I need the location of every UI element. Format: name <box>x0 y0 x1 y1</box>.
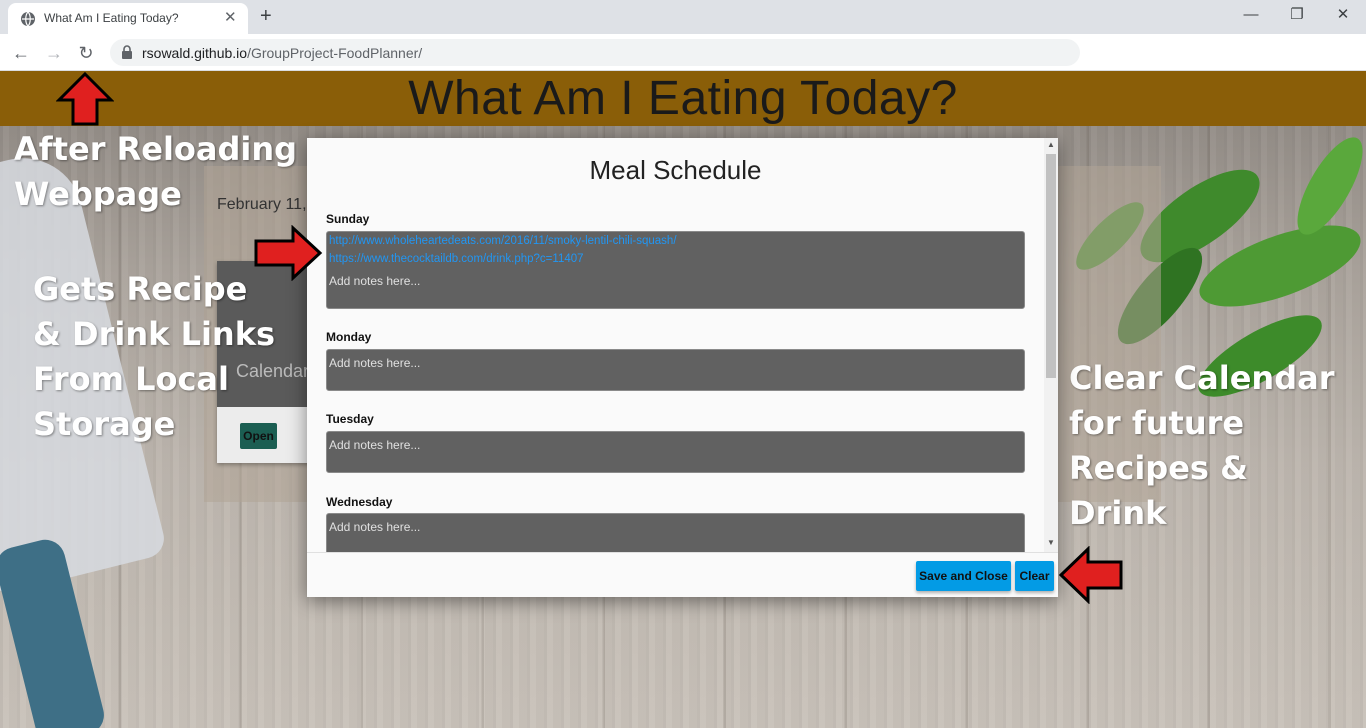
annotation-links-line1: Gets Recipe <box>33 270 248 308</box>
notes-field-sunday[interactable]: http://www.wholeheartedeats.com/2016/11/… <box>326 231 1025 309</box>
address-bar[interactable]: rsowald.github.io/GroupProject-FoodPlann… <box>110 39 1080 66</box>
annotation-clear-line1: Clear Calendar <box>1069 359 1335 397</box>
annotation-links: Gets Recipe & Drink Links From Local Sto… <box>33 267 275 447</box>
recipe-link[interactable]: http://www.wholeheartedeats.com/2016/11/… <box>329 235 677 247</box>
annotation-clear: Clear Calendar for future Recipes & Drin… <box>1069 356 1334 536</box>
annotation-clear-line2: for future <box>1069 404 1245 442</box>
annotation-links-line4: Storage <box>33 405 176 443</box>
reload-button[interactable]: ↻ <box>75 42 97 64</box>
annotation-clear-line4: Drink <box>1069 494 1167 532</box>
globe-icon <box>21 11 35 27</box>
drink-link[interactable]: https://www.thecocktaildb.com/drink.php?… <box>329 253 584 265</box>
restore-button[interactable]: ❐ <box>1287 5 1307 25</box>
lock-icon <box>122 45 132 59</box>
notes-placeholder-wednesday: Add notes here... <box>329 520 421 534</box>
notes-field-tuesday[interactable]: Add notes here... <box>326 431 1025 473</box>
notes-field-monday[interactable]: Add notes here... <box>326 349 1025 391</box>
day-label-tuesday: Tuesday <box>326 412 374 426</box>
modal-title: Meal Schedule <box>589 155 762 185</box>
back-button[interactable]: ← <box>10 42 32 64</box>
up-arrow-icon <box>56 71 114 126</box>
day-label-monday: Monday <box>326 330 372 344</box>
browser-toolbar: ← → ↻ rsowald.github.io/GroupProject-Foo… <box>0 34 1366 71</box>
modal-footer: Save and Close Clear <box>307 552 1058 597</box>
annotation-reload: After Reloading Webpage <box>14 127 297 217</box>
url-text: rsowald.github.io/GroupProject-FoodPlann… <box>142 45 422 61</box>
notes-field-wednesday[interactable]: Add notes here... <box>326 513 1025 552</box>
close-window-button[interactable]: ✕ <box>1333 5 1353 25</box>
tab-close-icon[interactable]: ✕ <box>224 9 237 27</box>
scroll-down-icon[interactable]: ▼ <box>1044 538 1058 547</box>
url-path: /GroupProject-FoodPlanner/ <box>247 45 423 61</box>
annotation-clear-line3: Recipes & <box>1069 449 1248 487</box>
annotation-reload-line2: Webpage <box>14 175 182 213</box>
scroll-thumb[interactable] <box>1046 154 1056 378</box>
new-tab-button[interactable]: + <box>260 5 272 27</box>
notes-placeholder-sunday: Add notes here... <box>329 274 421 288</box>
right-arrow-icon <box>254 225 323 281</box>
tab-title: What Am I Eating Today? <box>44 11 179 25</box>
notes-placeholder-monday: Add notes here... <box>329 356 421 370</box>
minimize-button[interactable]: — <box>1241 5 1261 25</box>
left-arrow-icon <box>1058 546 1123 604</box>
site-title: What Am I Eating Today? <box>408 72 958 125</box>
day-label-sunday: Sunday <box>326 212 370 226</box>
browser-tab[interactable]: What Am I Eating Today? ✕ <box>8 3 248 34</box>
scroll-up-icon[interactable]: ▲ <box>1044 140 1058 149</box>
url-host: rsowald.github.io <box>142 45 248 61</box>
day-label-wednesday: Wednesday <box>326 495 393 509</box>
forward-button[interactable]: → <box>43 42 65 64</box>
annotation-reload-line1: After Reloading <box>14 130 298 168</box>
annotation-links-line3: From Local <box>33 360 229 398</box>
browser-tab-strip: What Am I Eating Today? ✕ + — ❐ ✕ <box>0 0 1366 34</box>
site-header: What Am I Eating Today? <box>0 71 1366 126</box>
modal-body: Meal Schedule Sunday http://www.wholehea… <box>307 138 1058 552</box>
annotation-links-line2: & Drink Links <box>33 315 276 353</box>
meal-schedule-modal: Meal Schedule Sunday http://www.wholehea… <box>307 138 1058 597</box>
notes-placeholder-tuesday: Add notes here... <box>329 438 421 452</box>
modal-scrollbar[interactable]: ▲ ▼ <box>1044 138 1058 552</box>
clear-button[interactable]: Clear <box>1015 561 1054 591</box>
save-and-close-button[interactable]: Save and Close <box>916 561 1011 591</box>
